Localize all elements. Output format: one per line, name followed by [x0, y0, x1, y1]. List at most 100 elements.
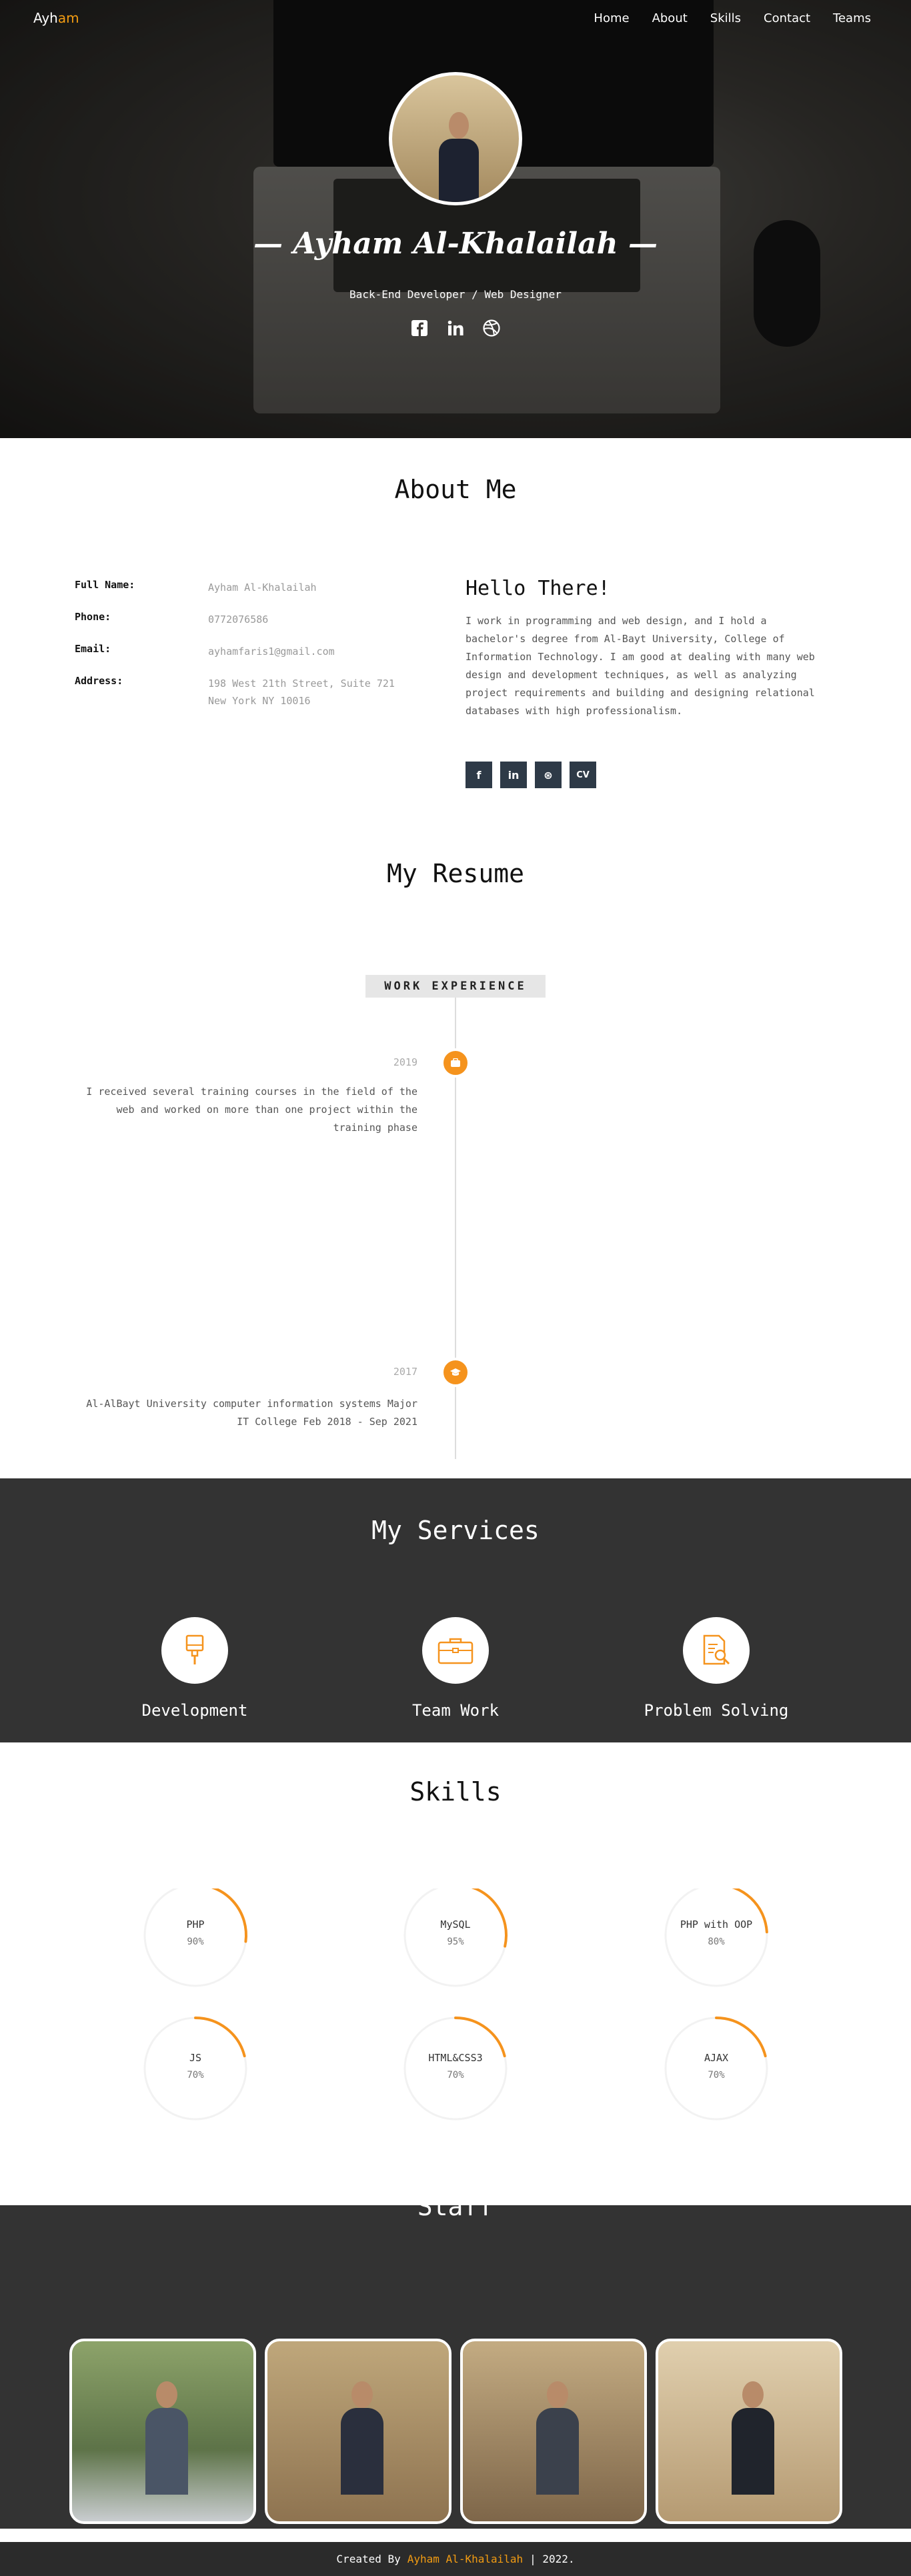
timeline-description: I received several training courses in t…: [86, 1086, 417, 1134]
skill-progress-ring: [664, 2017, 768, 2121]
staff-section-title: Staff: [417, 2205, 494, 2221]
info-row-phone: Phone: 0772076586: [75, 611, 395, 628]
skill-progress-ring: [403, 1883, 508, 1987]
skill-html-css: HTML&CSS3 70%: [402, 2015, 509, 2122]
skill-php: PHP 90%: [142, 1882, 249, 1989]
staff-photo-body: [732, 2408, 774, 2495]
about-social-links: f in ⊛ CV: [466, 762, 596, 788]
skill-percent: 70%: [708, 2070, 725, 2081]
service-label: Team Work: [411, 1701, 500, 1720]
briefcase-icon: [441, 1048, 470, 1078]
skill-mysql: MySQL 95%: [402, 1882, 509, 1989]
staff-photo-body: [536, 2408, 579, 2495]
linkedin-icon[interactable]: in: [500, 762, 527, 788]
nav-link-about[interactable]: About: [652, 11, 688, 25]
info-value: 0772076586: [208, 613, 269, 625]
info-label: Phone:: [75, 611, 111, 623]
nav-links: Home About Skills Contact Teams: [594, 11, 871, 25]
skill-ring-progress: [715, 2017, 767, 2058]
service-label: Development: [141, 1701, 248, 1720]
skill-name: AJAX: [704, 2052, 729, 2064]
skill-percent: 95%: [447, 1937, 464, 1947]
skill-name: JS: [189, 2052, 202, 2064]
skill-name: MySQL: [440, 1918, 471, 1930]
skills-section-title: Skills: [409, 1777, 502, 1806]
hero-social-links: [0, 319, 911, 337]
staff-photo-body: [341, 2408, 383, 2495]
staff-photo[interactable]: [265, 2339, 451, 2524]
cv-download-button[interactable]: CV: [570, 762, 596, 788]
logo[interactable]: Ayham: [33, 10, 79, 26]
document-search-icon: [683, 1617, 750, 1684]
dribbble-icon[interactable]: [482, 319, 501, 337]
briefcase-icon: [422, 1617, 489, 1684]
timeline-year: 2019: [393, 1056, 417, 1068]
logo-accent-text: am: [57, 10, 79, 26]
staff-photo-head: [351, 2381, 373, 2408]
skill-percent: 70%: [187, 2070, 204, 2081]
resume-section-title: My Resume: [387, 859, 524, 888]
service-team-work: Team Work: [355, 1617, 556, 1720]
hero-name: — Ayham Al-Khalailah —: [253, 227, 658, 261]
skill-percent: 90%: [187, 1937, 204, 1947]
services-section-title: My Services: [371, 1516, 540, 1545]
linkedin-icon[interactable]: [446, 319, 465, 337]
nav-link-skills[interactable]: Skills: [710, 11, 741, 25]
hello-heading: Hello There!: [466, 577, 610, 600]
info-value: 198 West 21th Street, Suite 721 New York…: [208, 678, 395, 707]
services-section: My Services Development Team Work Proble…: [0, 1478, 911, 1742]
skill-progress-ring: [403, 2017, 508, 2121]
nav-link-home[interactable]: Home: [594, 11, 629, 25]
dribbble-icon[interactable]: ⊛: [535, 762, 562, 788]
staff-photo[interactable]: [656, 2339, 842, 2524]
skill-name: HTML&CSS3: [428, 2052, 483, 2064]
skill-ring-progress: [194, 2017, 246, 2058]
hero-role: Back-End Developer / Web Designer: [349, 288, 562, 301]
staff-photo-body: [145, 2408, 188, 2495]
staff-section: Staff: [0, 2205, 911, 2529]
skill-name: PHP with OOP: [680, 1918, 753, 1930]
work-experience-badge: WORK EXPERIENCE: [365, 975, 546, 998]
staff-photo-head: [742, 2381, 764, 2408]
timeline-description: Al-AlBayt University computer informatio…: [86, 1398, 417, 1428]
footer-author-link[interactable]: Ayham Al-Khalailah: [407, 2553, 523, 2565]
skills-row-overlap-mask: [0, 1848, 911, 1888]
skill-progress-ring: [143, 1883, 247, 1987]
about-section-title: About Me: [394, 475, 517, 504]
skill-js: JS 70%: [142, 2015, 249, 2122]
skill-ajax: AJAX 70%: [663, 2015, 770, 2122]
avatar-head: [449, 112, 469, 139]
info-value: Ayham Al-Khalailah: [208, 581, 317, 593]
hero-section: — Ayham Al-Khalailah — Back-End Develope…: [0, 0, 911, 438]
about-description: I work in programming and web design, an…: [466, 615, 815, 717]
footer-prefix: Created By: [336, 2553, 401, 2565]
facebook-icon[interactable]: f: [466, 762, 492, 788]
info-label: Address:: [75, 675, 123, 687]
brush-icon: [161, 1617, 228, 1684]
nav-link-contact[interactable]: Contact: [764, 11, 810, 25]
staff-photo[interactable]: [69, 2339, 256, 2524]
skill-ring-progress: [194, 1883, 247, 1943]
graduation-cap-icon: [441, 1358, 470, 1387]
timeline-year: 2017: [393, 1366, 417, 1378]
footer: Created By Ayham Al-Khalailah | 2022.: [0, 2542, 911, 2576]
info-row-address: Address: 198 West 21th Street, Suite 721…: [75, 675, 395, 710]
skill-progress-ring: [143, 2017, 247, 2121]
staff-photo[interactable]: [460, 2339, 647, 2524]
nav-link-teams[interactable]: Teams: [833, 11, 871, 25]
profile-avatar: [389, 72, 522, 205]
skill-name: PHP: [186, 1918, 205, 1930]
service-development: Development: [95, 1617, 295, 1720]
hero-overlay: [0, 0, 911, 438]
footer-divider: [0, 2529, 911, 2542]
avatar-body: [439, 139, 479, 202]
skill-progress-ring: [664, 1883, 768, 1987]
footer-suffix: | 2022.: [530, 2553, 575, 2565]
skill-percent: 70%: [447, 2070, 464, 2081]
staff-photo-head: [156, 2381, 177, 2408]
logo-main-text: Ayh: [33, 10, 58, 26]
facebook-icon[interactable]: [410, 319, 429, 337]
staff-photo-head: [547, 2381, 568, 2408]
info-value: ayhamfaris1@gmail.com: [208, 646, 335, 658]
skill-php-oop: PHP with OOP 80%: [663, 1882, 770, 1989]
